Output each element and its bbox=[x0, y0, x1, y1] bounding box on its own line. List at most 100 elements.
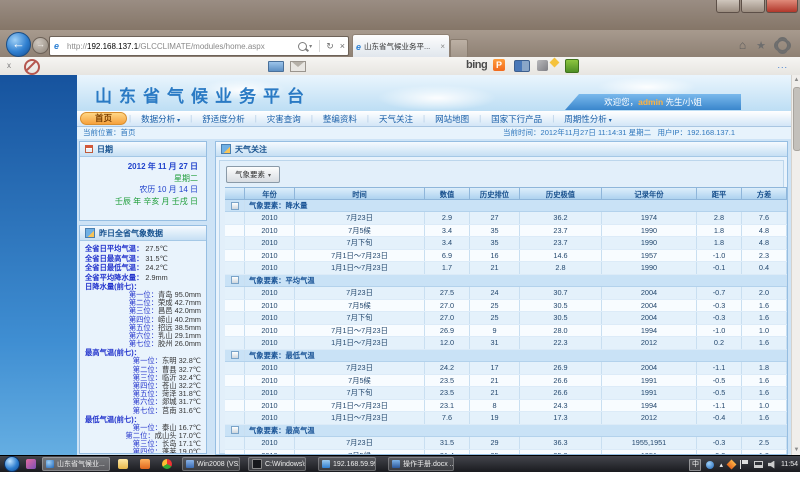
volume-icon[interactable] bbox=[768, 461, 776, 469]
table-cell: 7月5候 bbox=[295, 300, 425, 312]
stop-icon[interactable]: × bbox=[340, 41, 345, 51]
nav-item-4[interactable]: 灾害查询 bbox=[257, 113, 311, 125]
blocked-icon[interactable] bbox=[24, 59, 40, 75]
column-header[interactable]: 方差 bbox=[742, 187, 787, 200]
row-lead-cell bbox=[225, 287, 245, 299]
row-lead-cell bbox=[225, 262, 245, 274]
settings-gear-icon[interactable] bbox=[776, 39, 789, 52]
column-header[interactable]: 距平 bbox=[697, 187, 742, 200]
tray-alert-icon[interactable] bbox=[727, 460, 737, 470]
bing-logo[interactable]: bing bbox=[466, 59, 487, 71]
back-button[interactable]: ← bbox=[6, 32, 31, 57]
app-icon[interactable] bbox=[140, 459, 150, 469]
language-indicator[interactable]: 中 bbox=[689, 459, 701, 471]
nav-item-7[interactable]: 网站地图 bbox=[425, 113, 479, 125]
taskbar-button[interactable]: 操作手册.docx ... bbox=[388, 457, 454, 471]
table-row: 20107月下旬27.02530.52004-0.31.6 bbox=[225, 312, 787, 325]
nav-item-9[interactable]: 周期性分析▾ bbox=[554, 113, 622, 125]
refresh-icon[interactable]: ↻ bbox=[326, 41, 334, 52]
column-header[interactable]: 历史极值 bbox=[520, 187, 602, 200]
nav-item-8[interactable]: 国家下行产品 bbox=[481, 113, 552, 125]
table-cell: 30.5 bbox=[520, 312, 602, 324]
minimize-button[interactable] bbox=[716, 0, 740, 13]
maximize-button[interactable] bbox=[741, 0, 765, 13]
action-center-flag-icon[interactable] bbox=[740, 460, 749, 469]
baidu-icon[interactable]: P bbox=[493, 59, 505, 71]
nav-item-1[interactable]: 首页 bbox=[80, 112, 127, 125]
tray-clock[interactable]: 11:54 bbox=[781, 461, 798, 468]
table-cell: 36.2 bbox=[520, 212, 602, 224]
browser-tab[interactable]: e 山东省气候业务平... × bbox=[352, 34, 450, 58]
nav-item-3[interactable]: 舒适度分析 bbox=[192, 113, 255, 125]
user-ip: 用户IP：192.168.137.1 bbox=[657, 128, 735, 137]
addon-puzzle-icon[interactable] bbox=[565, 59, 579, 73]
more-options-icon[interactable]: ... bbox=[777, 60, 788, 70]
favorites-star-icon[interactable]: ★ bbox=[756, 39, 766, 52]
row-lead-cell bbox=[225, 212, 245, 224]
row-lead-cell bbox=[225, 337, 245, 349]
forward-button[interactable]: → bbox=[32, 37, 49, 54]
element-filter-button[interactable]: 气象要素▾ bbox=[226, 166, 280, 183]
search-icon[interactable] bbox=[298, 42, 307, 51]
table-cell: 3.4 bbox=[425, 225, 470, 237]
nav-item-6[interactable]: 天气关注 bbox=[369, 113, 423, 125]
column-header[interactable]: 时间 bbox=[295, 187, 425, 200]
close-toolbar-icon[interactable]: x bbox=[7, 61, 11, 70]
table-cell: 2004 bbox=[602, 362, 697, 374]
url-path: /GLCCLIMATE/modules/home.aspx bbox=[138, 42, 265, 51]
new-tab-button[interactable] bbox=[450, 39, 468, 58]
group-expander[interactable] bbox=[225, 350, 245, 361]
nav-item-5[interactable]: 整编资料 bbox=[313, 113, 367, 125]
tab-close-icon[interactable]: × bbox=[440, 42, 445, 51]
home-icon[interactable]: ⌂ bbox=[739, 38, 746, 52]
start-button[interactable] bbox=[4, 456, 20, 472]
table-row: 20107月5候27.02530.52004-0.31.6 bbox=[225, 300, 787, 313]
remote-icon bbox=[322, 460, 330, 468]
taskbar-button[interactable]: C:\Windows\s... bbox=[248, 457, 306, 471]
scroll-down-arrow[interactable]: ▼ bbox=[792, 445, 800, 455]
browser-app-icon[interactable] bbox=[162, 459, 172, 469]
group-expander[interactable] bbox=[225, 275, 245, 286]
group-expander[interactable] bbox=[225, 200, 245, 211]
taskbar-ie-button[interactable]: 山东省气候业... bbox=[42, 457, 110, 471]
expander-icon bbox=[231, 426, 239, 434]
table-row: 20107月5候3.43523.719901.84.8 bbox=[225, 225, 787, 238]
table-cell: -0.1 bbox=[697, 262, 742, 274]
network-icon[interactable] bbox=[754, 461, 763, 468]
rank-item: 第七位：胶州 26.0mm bbox=[85, 340, 203, 348]
msn-icon[interactable] bbox=[514, 60, 530, 72]
group-expander[interactable] bbox=[225, 425, 245, 436]
close-button[interactable] bbox=[766, 0, 798, 13]
table-group-row[interactable]: 气象要素：降水量 bbox=[225, 200, 787, 212]
column-header[interactable]: 年份 bbox=[245, 187, 295, 200]
table-cell: 2010 bbox=[245, 237, 295, 249]
table-cell: 21 bbox=[470, 387, 520, 399]
table-cell: -1.1 bbox=[697, 362, 742, 374]
taskbar-button[interactable]: 192.168.59.99... bbox=[318, 457, 376, 471]
rank-value: 莒南 31.6℃ bbox=[162, 406, 201, 415]
table-cell: 2010 bbox=[245, 300, 295, 312]
tray-app-icon[interactable] bbox=[706, 461, 714, 469]
app-icon[interactable] bbox=[26, 459, 36, 469]
folder-icon[interactable] bbox=[118, 459, 128, 469]
scroll-up-arrow[interactable]: ▲ bbox=[792, 75, 800, 85]
tools-wrench-icon[interactable] bbox=[537, 60, 548, 71]
address-bar[interactable]: e http://192.168.137.1/GLCCLIMATE/module… bbox=[49, 36, 349, 56]
table-group-row[interactable]: 气象要素：最低气温 bbox=[225, 350, 787, 362]
taskbar-button[interactable]: Win2008 (VS2... bbox=[182, 457, 240, 471]
scrollbar-thumb[interactable] bbox=[793, 87, 800, 151]
table-group-row[interactable]: 气象要素：最高气温 bbox=[225, 425, 787, 437]
column-header[interactable] bbox=[225, 187, 245, 200]
table-cell: 2.3 bbox=[742, 250, 787, 262]
column-header[interactable]: 数值 bbox=[425, 187, 470, 200]
table-row: 20107月1日～7月23日6.91614.61957-1.02.3 bbox=[225, 250, 787, 263]
chevron-down-icon[interactable]: ▾ bbox=[309, 43, 312, 50]
ie-icon bbox=[46, 460, 54, 468]
column-header[interactable]: 记录年份 bbox=[602, 187, 697, 200]
show-hidden-icons-icon[interactable]: ▴ bbox=[719, 461, 723, 469]
mail-icon[interactable] bbox=[290, 61, 306, 72]
column-header[interactable]: 历史排位 bbox=[470, 187, 520, 200]
table-group-row[interactable]: 气象要素：平均气温 bbox=[225, 275, 787, 287]
cards-icon[interactable] bbox=[268, 61, 284, 72]
nav-item-2[interactable]: 数据分析▾ bbox=[131, 113, 190, 125]
